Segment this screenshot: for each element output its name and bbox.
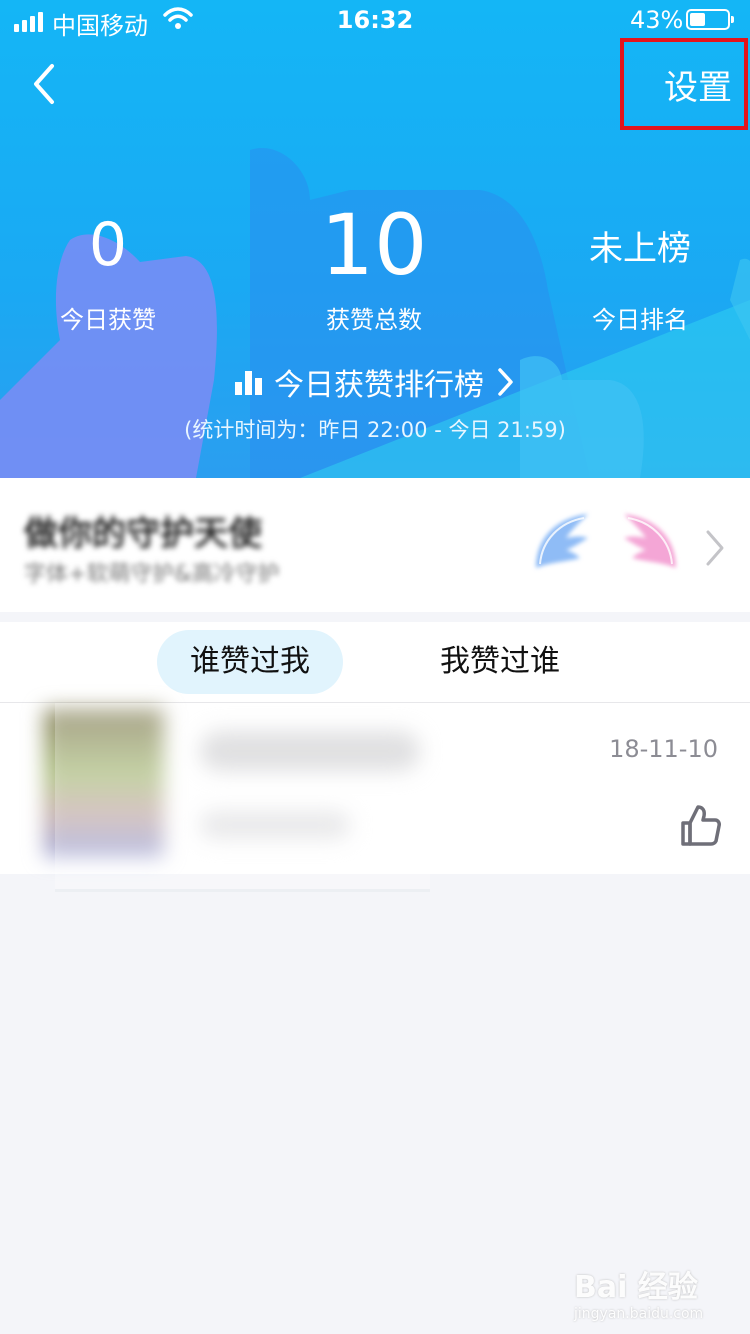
blue-wing-icon bbox=[536, 514, 588, 568]
stat-value: 0 bbox=[88, 210, 128, 280]
bar-chart-icon bbox=[235, 371, 262, 395]
banner-subtitle: 字体+软萌守护&高冷守护 bbox=[24, 562, 280, 587]
pink-wing-icon bbox=[624, 514, 676, 568]
banner-title: 做你的守护天使 bbox=[24, 514, 262, 554]
status-bar: 中国移动 16:32 43% bbox=[0, 0, 750, 40]
settings-button[interactable]: 设置 bbox=[620, 38, 748, 130]
tab-whom-i-liked[interactable]: 我赞过谁 bbox=[410, 630, 590, 694]
profile-like-header: 中国移动 16:32 43% 设置 0 今日获赞 10 获赞总数 未上榜 今日排… bbox=[0, 0, 750, 478]
tab-who-liked-me[interactable]: 谁赞过我 bbox=[157, 630, 343, 694]
back-button[interactable] bbox=[24, 56, 72, 112]
stat-label: 今日获赞 bbox=[60, 306, 156, 334]
today-ranking-link[interactable]: 今日获赞排行榜 bbox=[0, 360, 750, 404]
guardian-angel-banner[interactable]: 做你的守护天使 字体+软萌守护&高冷守护 bbox=[0, 478, 750, 612]
watermark-sub: jingyan.baidu.com bbox=[574, 1306, 704, 1322]
stat-value: 未上榜 bbox=[589, 228, 691, 269]
privacy-blur-overlay bbox=[55, 703, 430, 892]
watermark-main: Bai 经验 bbox=[574, 1270, 698, 1305]
like-tabs: 谁赞过我 我赞过谁 bbox=[0, 622, 750, 703]
stat-today-rank: 未上榜 今日排名 bbox=[540, 190, 740, 335]
stat-label: 获赞总数 bbox=[326, 306, 422, 334]
battery-percent: 43% bbox=[630, 6, 684, 34]
ranking-time-note: (统计时间为：昨日 22:00 - 今日 21:59) bbox=[184, 418, 566, 442]
battery-fill bbox=[690, 13, 705, 26]
stat-label: 今日排名 bbox=[592, 306, 688, 334]
stat-total-likes: 10 获赞总数 bbox=[274, 190, 474, 335]
like-date: 18-11-10 bbox=[609, 735, 718, 763]
chevron-right-icon bbox=[706, 530, 724, 566]
thumbs-up-icon[interactable] bbox=[680, 803, 722, 847]
baidu-watermark: Bai 经验 jingyan.baidu.com bbox=[574, 1262, 734, 1322]
stat-value: 10 bbox=[320, 196, 428, 294]
chevron-left-icon bbox=[34, 64, 54, 104]
list-item[interactable]: 18-11-10 bbox=[0, 703, 750, 892]
ranking-label: 今日获赞排行榜 bbox=[274, 368, 484, 403]
stat-today-likes: 0 今日获赞 bbox=[8, 190, 208, 335]
like-list: 18-11-10 bbox=[0, 703, 750, 892]
battery-icon bbox=[686, 9, 734, 30]
chevron-right-icon bbox=[498, 368, 513, 396]
